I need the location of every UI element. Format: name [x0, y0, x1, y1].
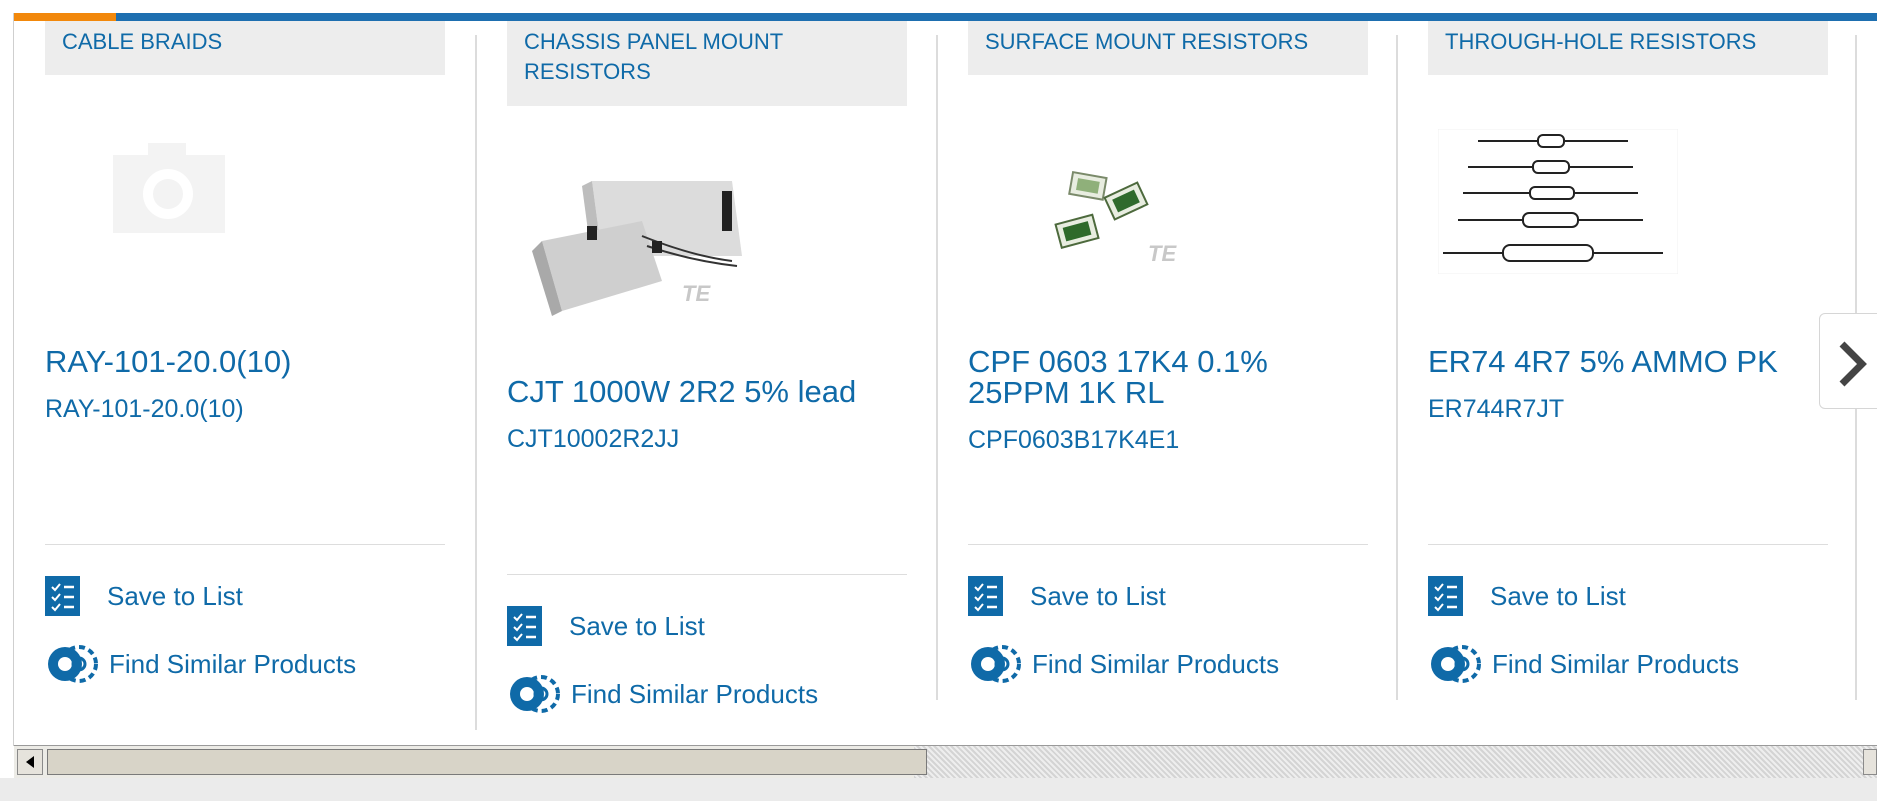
product-title[interactable]: CPF 0603 17K4 0.1% 25PPM 1K RL — [968, 346, 1368, 408]
gears-icon — [45, 643, 99, 685]
divider — [507, 574, 907, 575]
save-to-list-label: Save to List — [569, 610, 705, 641]
column-separator — [936, 35, 938, 700]
save-to-list-label: Save to List — [107, 580, 243, 611]
divider — [45, 544, 445, 545]
product-card: CHASSIS PANEL MOUNT RESISTORS TE CJT 100… — [507, 21, 907, 736]
save-to-list-button[interactable]: Save to List — [1428, 576, 1626, 616]
product-card: THROUGH-HOLE RESISTORS ER74 4R7 5% AMMO … — [1428, 21, 1828, 736]
through-hole-resistors-photo — [1438, 129, 1678, 274]
save-to-list-button[interactable]: Save to List — [968, 576, 1166, 616]
carousel-top-bar — [14, 13, 1877, 21]
gears-icon — [968, 643, 1022, 685]
find-similar-label: Find Similar Products — [109, 648, 357, 679]
part-number[interactable]: CJT10002R2JJ — [507, 425, 907, 453]
column-separator — [1396, 35, 1398, 700]
find-similar-label: Find Similar Products — [1032, 648, 1280, 679]
product-card: CABLE BRAIDS RAY-101-20.0(10) RAY-101-20… — [45, 21, 445, 736]
product-title[interactable]: ER74 4R7 5% AMMO PK — [1428, 346, 1828, 377]
product-title[interactable]: CJT 1000W 2R2 5% lead — [507, 376, 907, 407]
product-image[interactable]: TE — [968, 161, 1368, 281]
save-to-list-button[interactable]: Save to List — [45, 576, 243, 616]
chassis-resistor-photo: TE — [532, 181, 742, 316]
chevron-right-icon — [1839, 341, 1867, 387]
column-separator — [475, 35, 477, 730]
svg-text:TE: TE — [1148, 241, 1177, 266]
checklist-icon — [45, 576, 80, 616]
save-to-list-label: Save to List — [1030, 580, 1166, 611]
smd-resistor-photo: TE — [1054, 170, 1177, 266]
checklist-icon — [507, 606, 542, 646]
camera-placeholder-icon — [113, 143, 225, 233]
product-image[interactable]: TE — [507, 161, 907, 321]
find-similar-products-button[interactable]: Find Similar Products — [1428, 643, 1739, 685]
gears-icon — [507, 673, 561, 715]
scroll-right-button[interactable] — [1863, 749, 1877, 775]
find-similar-products-button[interactable]: Find Similar Products — [507, 673, 818, 715]
category-label[interactable]: CABLE BRAIDS — [45, 21, 445, 75]
save-to-list-label: Save to List — [1490, 580, 1626, 611]
product-image[interactable] — [1428, 129, 1828, 274]
gears-icon — [1428, 643, 1482, 685]
product-card: SURFACE MOUNT RESISTORS TE CPF 0603 17K4… — [968, 21, 1368, 736]
carousel-left-border — [13, 13, 14, 746]
horizontal-scrollbar[interactable] — [14, 745, 1877, 778]
part-number[interactable]: RAY-101-20.0(10) — [45, 395, 445, 423]
active-page-indicator — [14, 13, 116, 21]
find-similar-products-button[interactable]: Find Similar Products — [968, 643, 1279, 685]
category-label[interactable]: SURFACE MOUNT RESISTORS — [968, 21, 1368, 75]
part-number[interactable]: ER744R7JT — [1428, 395, 1828, 423]
divider — [1428, 544, 1828, 545]
category-label[interactable]: CHASSIS PANEL MOUNT RESISTORS — [507, 21, 907, 106]
find-similar-label: Find Similar Products — [571, 678, 819, 709]
part-number[interactable]: CPF0603B17K4E1 — [968, 426, 1368, 454]
find-similar-label: Find Similar Products — [1492, 648, 1740, 679]
save-to-list-button[interactable]: Save to List — [507, 606, 705, 646]
find-similar-products-button[interactable]: Find Similar Products — [45, 643, 356, 685]
scrollbar-track[interactable] — [914, 746, 1877, 778]
page-bottom-band — [0, 778, 1877, 801]
carousel-next-button[interactable] — [1819, 313, 1877, 409]
checklist-icon — [968, 576, 1003, 616]
arrow-left-icon — [26, 756, 34, 768]
category-label[interactable]: THROUGH-HOLE RESISTORS — [1428, 21, 1828, 75]
product-image[interactable] — [45, 141, 445, 261]
product-title[interactable]: RAY-101-20.0(10) — [45, 346, 445, 377]
scroll-left-button[interactable] — [17, 749, 43, 775]
divider — [968, 544, 1368, 545]
svg-text:TE: TE — [682, 281, 711, 306]
checklist-icon — [1428, 576, 1463, 616]
scrollbar-thumb[interactable] — [47, 749, 927, 775]
